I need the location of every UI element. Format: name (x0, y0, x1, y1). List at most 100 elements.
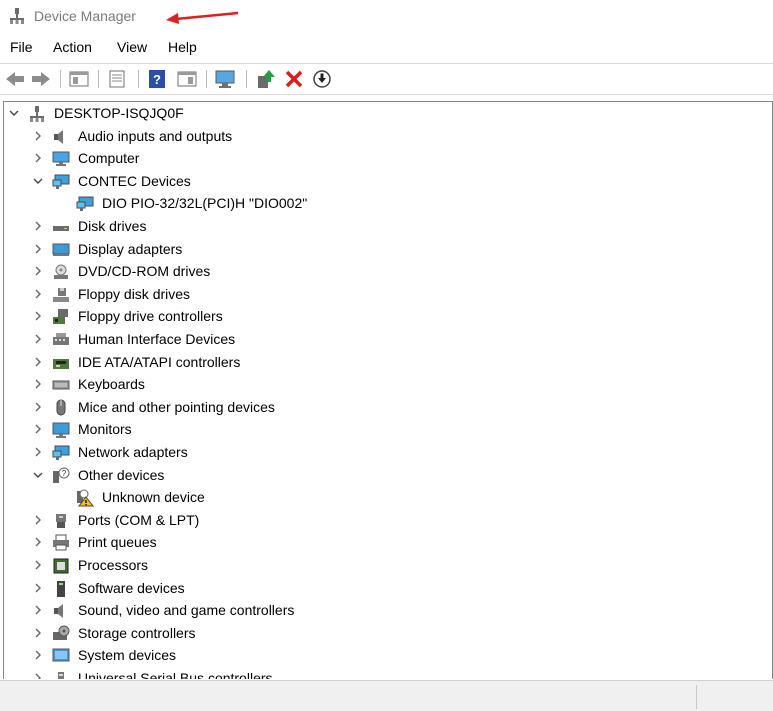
chevron-right-icon[interactable] (32, 649, 44, 661)
toolbar-separator (138, 70, 139, 88)
tree-row-label: Processors (78, 557, 149, 573)
chevron-down-icon[interactable] (8, 107, 20, 119)
chevron-right-icon[interactable] (32, 401, 44, 413)
chevron-right-icon[interactable] (32, 288, 44, 300)
tree-row[interactable]: DVD/CD-ROM drives (4, 261, 764, 283)
tree-row-label: DVD/CD-ROM drives (78, 263, 211, 280)
properties-button[interactable] (106, 68, 128, 90)
chevron-right-icon[interactable] (32, 130, 44, 142)
chevron-right-icon[interactable] (32, 333, 44, 345)
tree-row[interactable]: DIO PIO-32/32L(PCI)H "DIO002" (4, 193, 764, 215)
tree-row[interactable]: ? Other devices (4, 465, 764, 487)
dvd-drive-icon (54, 264, 68, 280)
chevron-right-icon[interactable] (32, 356, 44, 368)
chevron-right-icon[interactable] (32, 310, 44, 322)
back-button[interactable] (4, 68, 26, 90)
tree-row[interactable]: System devices (4, 645, 764, 667)
tree-row-label: Mice and other pointing devices (78, 398, 275, 415)
forward-button[interactable] (30, 68, 52, 90)
menu-view[interactable]: View (117, 39, 147, 55)
tree-row[interactable]: Software devices (4, 578, 764, 600)
tree-row-label: Network adapters (78, 444, 188, 460)
tree-row[interactable]: Disk drives (4, 216, 764, 238)
toolbar-separator (60, 70, 61, 88)
tree-row[interactable]: Mice and other pointing devices (4, 397, 764, 419)
scan-hardware-button[interactable] (214, 68, 236, 90)
tree-row[interactable]: Print queues (4, 532, 764, 554)
uninstall-device-button[interactable] (283, 68, 305, 90)
title-bar: Device Manager (0, 0, 773, 34)
tree-row[interactable]: Audio inputs and outputs (4, 126, 764, 148)
network-monitor-icon (76, 196, 94, 212)
floppy-drive-icon (53, 287, 69, 302)
storage-controller-icon (53, 625, 70, 640)
tree-row[interactable]: Monitors (4, 419, 764, 441)
chevron-right-icon[interactable] (32, 423, 44, 435)
device-tree[interactable]: DESKTOP-ISQJQ0F Audio inputs and outputs… (3, 101, 773, 679)
tree-row[interactable]: Ports (COM & LPT) (4, 510, 764, 532)
annotation-arrow-title (166, 11, 239, 24)
chevron-right-icon[interactable] (32, 514, 44, 526)
floppy-controller-icon (53, 309, 68, 325)
tree-row[interactable]: Sound, video and game controllers (4, 600, 764, 622)
tree-row[interactable]: Storage controllers (4, 623, 764, 645)
tree-row-label: Disk drives (78, 218, 147, 234)
tree-row[interactable]: Display adapters (4, 239, 764, 261)
chevron-right-icon[interactable] (32, 265, 44, 277)
tree-row[interactable]: Unknown device (4, 487, 764, 509)
disk-drive-icon (53, 226, 69, 231)
tree-row[interactable]: Universal Serial Bus controllers (4, 668, 764, 679)
tree-row[interactable]: IDE ATA/ATAPI controllers (4, 352, 764, 374)
chevron-right-icon[interactable] (32, 243, 44, 255)
action-pane-button[interactable] (176, 68, 198, 90)
toolbar-separator (206, 70, 207, 88)
tree-row[interactable]: CONTEC Devices (4, 171, 764, 193)
tree-row-label: DIO PIO-32/32L(PCI)H "DIO002" (102, 195, 308, 212)
chevron-right-icon[interactable] (32, 536, 44, 548)
tree-row-label: Human Interface Devices (78, 331, 236, 347)
tree-row-label: Display adapters (78, 240, 183, 257)
chevron-right-icon[interactable] (32, 220, 44, 232)
tree-row-label: Print queues (78, 534, 157, 551)
chevron-down-icon[interactable] (32, 175, 44, 187)
chevron-right-icon[interactable] (32, 604, 44, 616)
chevron-right-icon[interactable] (32, 627, 44, 639)
system-device-icon (52, 648, 70, 662)
tree-row[interactable]: Human Interface Devices (4, 329, 764, 351)
processor-icon (53, 558, 69, 574)
chevron-right-icon[interactable] (32, 582, 44, 594)
tree-row-label: Floppy disk drives (78, 285, 191, 302)
chevron-right-icon[interactable] (32, 152, 44, 164)
software-device-icon (57, 580, 65, 597)
chevron-right-icon[interactable] (32, 446, 44, 458)
menu-file[interactable]: File (10, 39, 33, 55)
disable-device-button[interactable] (311, 68, 333, 90)
status-bar (0, 680, 773, 711)
window-title: Device Manager (34, 8, 136, 24)
menu-action[interactable]: Action (53, 39, 92, 55)
svg-text:?: ? (62, 469, 67, 478)
tree-root-row[interactable]: DESKTOP-ISQJQ0F (4, 103, 764, 125)
chevron-right-icon[interactable] (32, 378, 44, 390)
tree-row[interactable]: Computer (4, 148, 764, 170)
tree-row-label: Computer (78, 150, 140, 167)
tree-row[interactable]: Processors (4, 555, 764, 577)
chevron-right-icon[interactable] (32, 672, 44, 679)
tree-row[interactable]: Keyboards (4, 374, 764, 396)
mouse-icon (56, 399, 66, 416)
show-hide-console-tree-button[interactable] (68, 68, 90, 90)
status-divider (696, 685, 697, 709)
tree-row[interactable]: Floppy drive controllers (4, 306, 764, 328)
chevron-down-icon[interactable] (32, 469, 44, 481)
display-adapter-icon (52, 243, 70, 256)
tree-row[interactable]: Floppy disk drives (4, 284, 764, 306)
chevron-right-icon[interactable] (32, 559, 44, 571)
keyboard-icon (52, 380, 70, 390)
hid-icon (53, 333, 69, 345)
menu-help[interactable]: Help (168, 39, 197, 55)
update-driver-button[interactable] (255, 68, 277, 90)
help-button[interactable]: ? (146, 68, 168, 90)
tree-row-label: Monitors (78, 421, 132, 438)
tree-row[interactable]: Network adapters (4, 442, 764, 464)
menu-bar: File Action View Help (0, 36, 773, 60)
